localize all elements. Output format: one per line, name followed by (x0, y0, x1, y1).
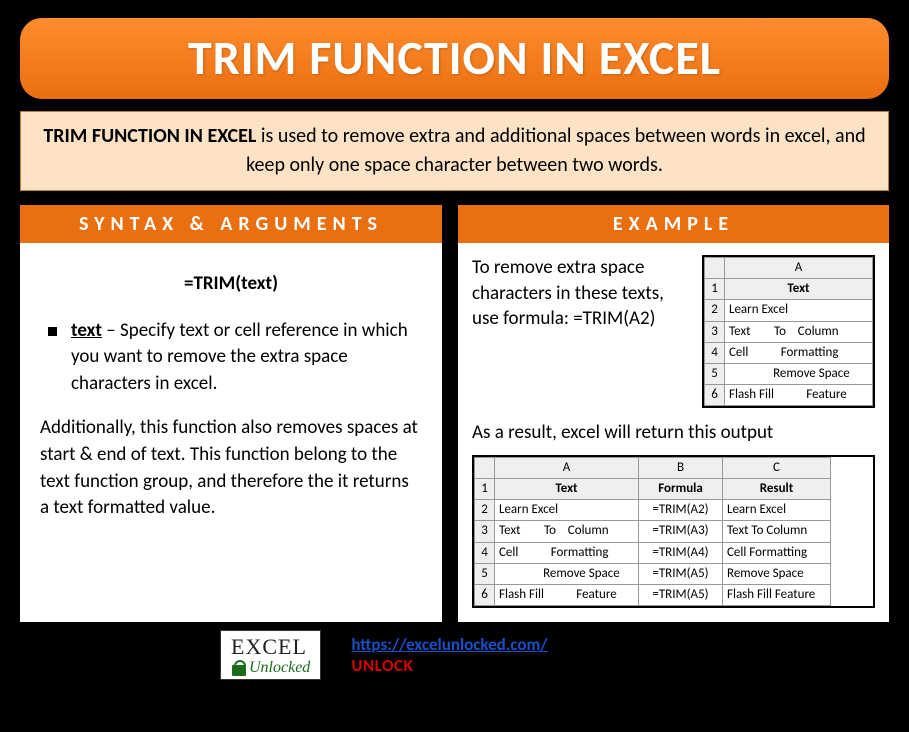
table1-cell: Text To Column (725, 321, 873, 342)
syntax-header: SYNTAX & ARGUMENTS (20, 205, 442, 243)
t2-cell: Text To Column (495, 521, 639, 542)
t2-cell: Flash Fill Feature (723, 585, 831, 606)
infographic-page: TRIM FUNCTION IN EXCEL TRIM FUNCTION IN … (0, 0, 909, 732)
row-num: 6 (705, 385, 725, 406)
syntax-body: =TRIM(text) text – Specify text or cell … (20, 243, 442, 540)
footer-links: https://excelunlocked.com/ UNLOCK (351, 634, 547, 676)
intro-box: TRIM FUNCTION IN EXCEL is used to remove… (20, 111, 889, 191)
footer: EXCEL Unlocked https://excelunlocked.com… (20, 630, 889, 680)
argument-text: text – Specify text or cell reference in… (71, 318, 422, 398)
table1-header: Text (725, 279, 873, 300)
t2-cell: =TRIM(A5) (639, 585, 723, 606)
example-intro-text: To remove extra space characters in thes… (472, 255, 688, 332)
argument-name: text (71, 319, 102, 342)
row-num: 3 (705, 321, 725, 342)
row-num: 1 (705, 279, 725, 300)
table2-header: Text (495, 479, 639, 500)
table1-cell: Cell Formatting (725, 342, 873, 363)
main-title-bar: TRIM FUNCTION IN EXCEL (20, 18, 889, 99)
col-header: B (639, 457, 723, 478)
table-corner (475, 457, 495, 478)
col-header: C (723, 457, 831, 478)
t2-cell: Flash Fill Feature (495, 585, 639, 606)
row-num: 3 (475, 521, 495, 542)
table2-header: Formula (639, 479, 723, 500)
row-num: 2 (475, 500, 495, 521)
table1-cell: Flash Fill Feature (725, 385, 873, 406)
brand-logo: EXCEL Unlocked (220, 630, 321, 680)
t2-cell: =TRIM(A4) (639, 542, 723, 563)
row-num: 5 (705, 363, 725, 384)
example-body: To remove extra space characters in thes… (458, 243, 889, 622)
unlock-label: UNLOCK (351, 655, 413, 676)
argument-desc: – Specify text or cell reference in whic… (71, 319, 408, 395)
table1-cell: Learn Excel (725, 300, 873, 321)
table2-header: Result (723, 479, 831, 500)
logo-excel-text: EXCEL (231, 634, 307, 659)
t2-cell: =TRIM(A2) (639, 500, 723, 521)
logo-text-top: EXCEL (231, 634, 310, 660)
col-header-a: A (725, 258, 873, 279)
bullet-icon (48, 327, 57, 336)
additional-note: Additionally, this function also removes… (40, 415, 422, 521)
row-num: 1 (475, 479, 495, 500)
example-header: EXAMPLE (458, 205, 889, 243)
row-num: 4 (475, 542, 495, 563)
t2-cell: Learn Excel (723, 500, 831, 521)
example-panel: EXAMPLE To remove extra space characters… (458, 205, 889, 622)
main-title: TRIM FUNCTION IN EXCEL (188, 28, 721, 87)
intro-bold: TRIM FUNCTION IN EXCEL (43, 124, 256, 148)
result-label: As a result, excel will return this outp… (472, 420, 875, 447)
row-num: 2 (705, 300, 725, 321)
t2-cell: =TRIM(A5) (639, 563, 723, 584)
t2-cell: Text To Column (723, 521, 831, 542)
syntax-panel: SYNTAX & ARGUMENTS =TRIM(text) text – Sp… (20, 205, 442, 622)
intro-rest: is used to remove extra and additional s… (246, 124, 865, 177)
row-num: 6 (475, 585, 495, 606)
row-num: 4 (705, 342, 725, 363)
t2-cell: Remove Space (495, 563, 639, 584)
input-table: A 1Text 2Learn Excel 3Text To Column 4Ce… (702, 255, 875, 408)
t2-cell: Remove Space (723, 563, 831, 584)
example-top-row: To remove extra space characters in thes… (472, 255, 875, 408)
output-table: A B C 1 Text Formula Result 2Learn Excel… (472, 455, 875, 608)
t2-cell: Learn Excel (495, 500, 639, 521)
table1-cell: Remove Space (725, 363, 873, 384)
t2-cell: Cell Formatting (495, 542, 639, 563)
t2-cell: Cell Formatting (723, 542, 831, 563)
argument-item: text – Specify text or cell reference in… (40, 318, 422, 398)
site-url-link[interactable]: https://excelunlocked.com/ (351, 634, 547, 655)
columns: SYNTAX & ARGUMENTS =TRIM(text) text – Sp… (20, 205, 889, 622)
col-header: A (495, 457, 639, 478)
logo-unlocked-text: Unlocked (249, 661, 310, 675)
lock-icon (232, 660, 246, 676)
row-num: 5 (475, 563, 495, 584)
table-corner (705, 258, 725, 279)
syntax-formula: =TRIM(text) (40, 271, 422, 298)
t2-cell: =TRIM(A3) (639, 521, 723, 542)
